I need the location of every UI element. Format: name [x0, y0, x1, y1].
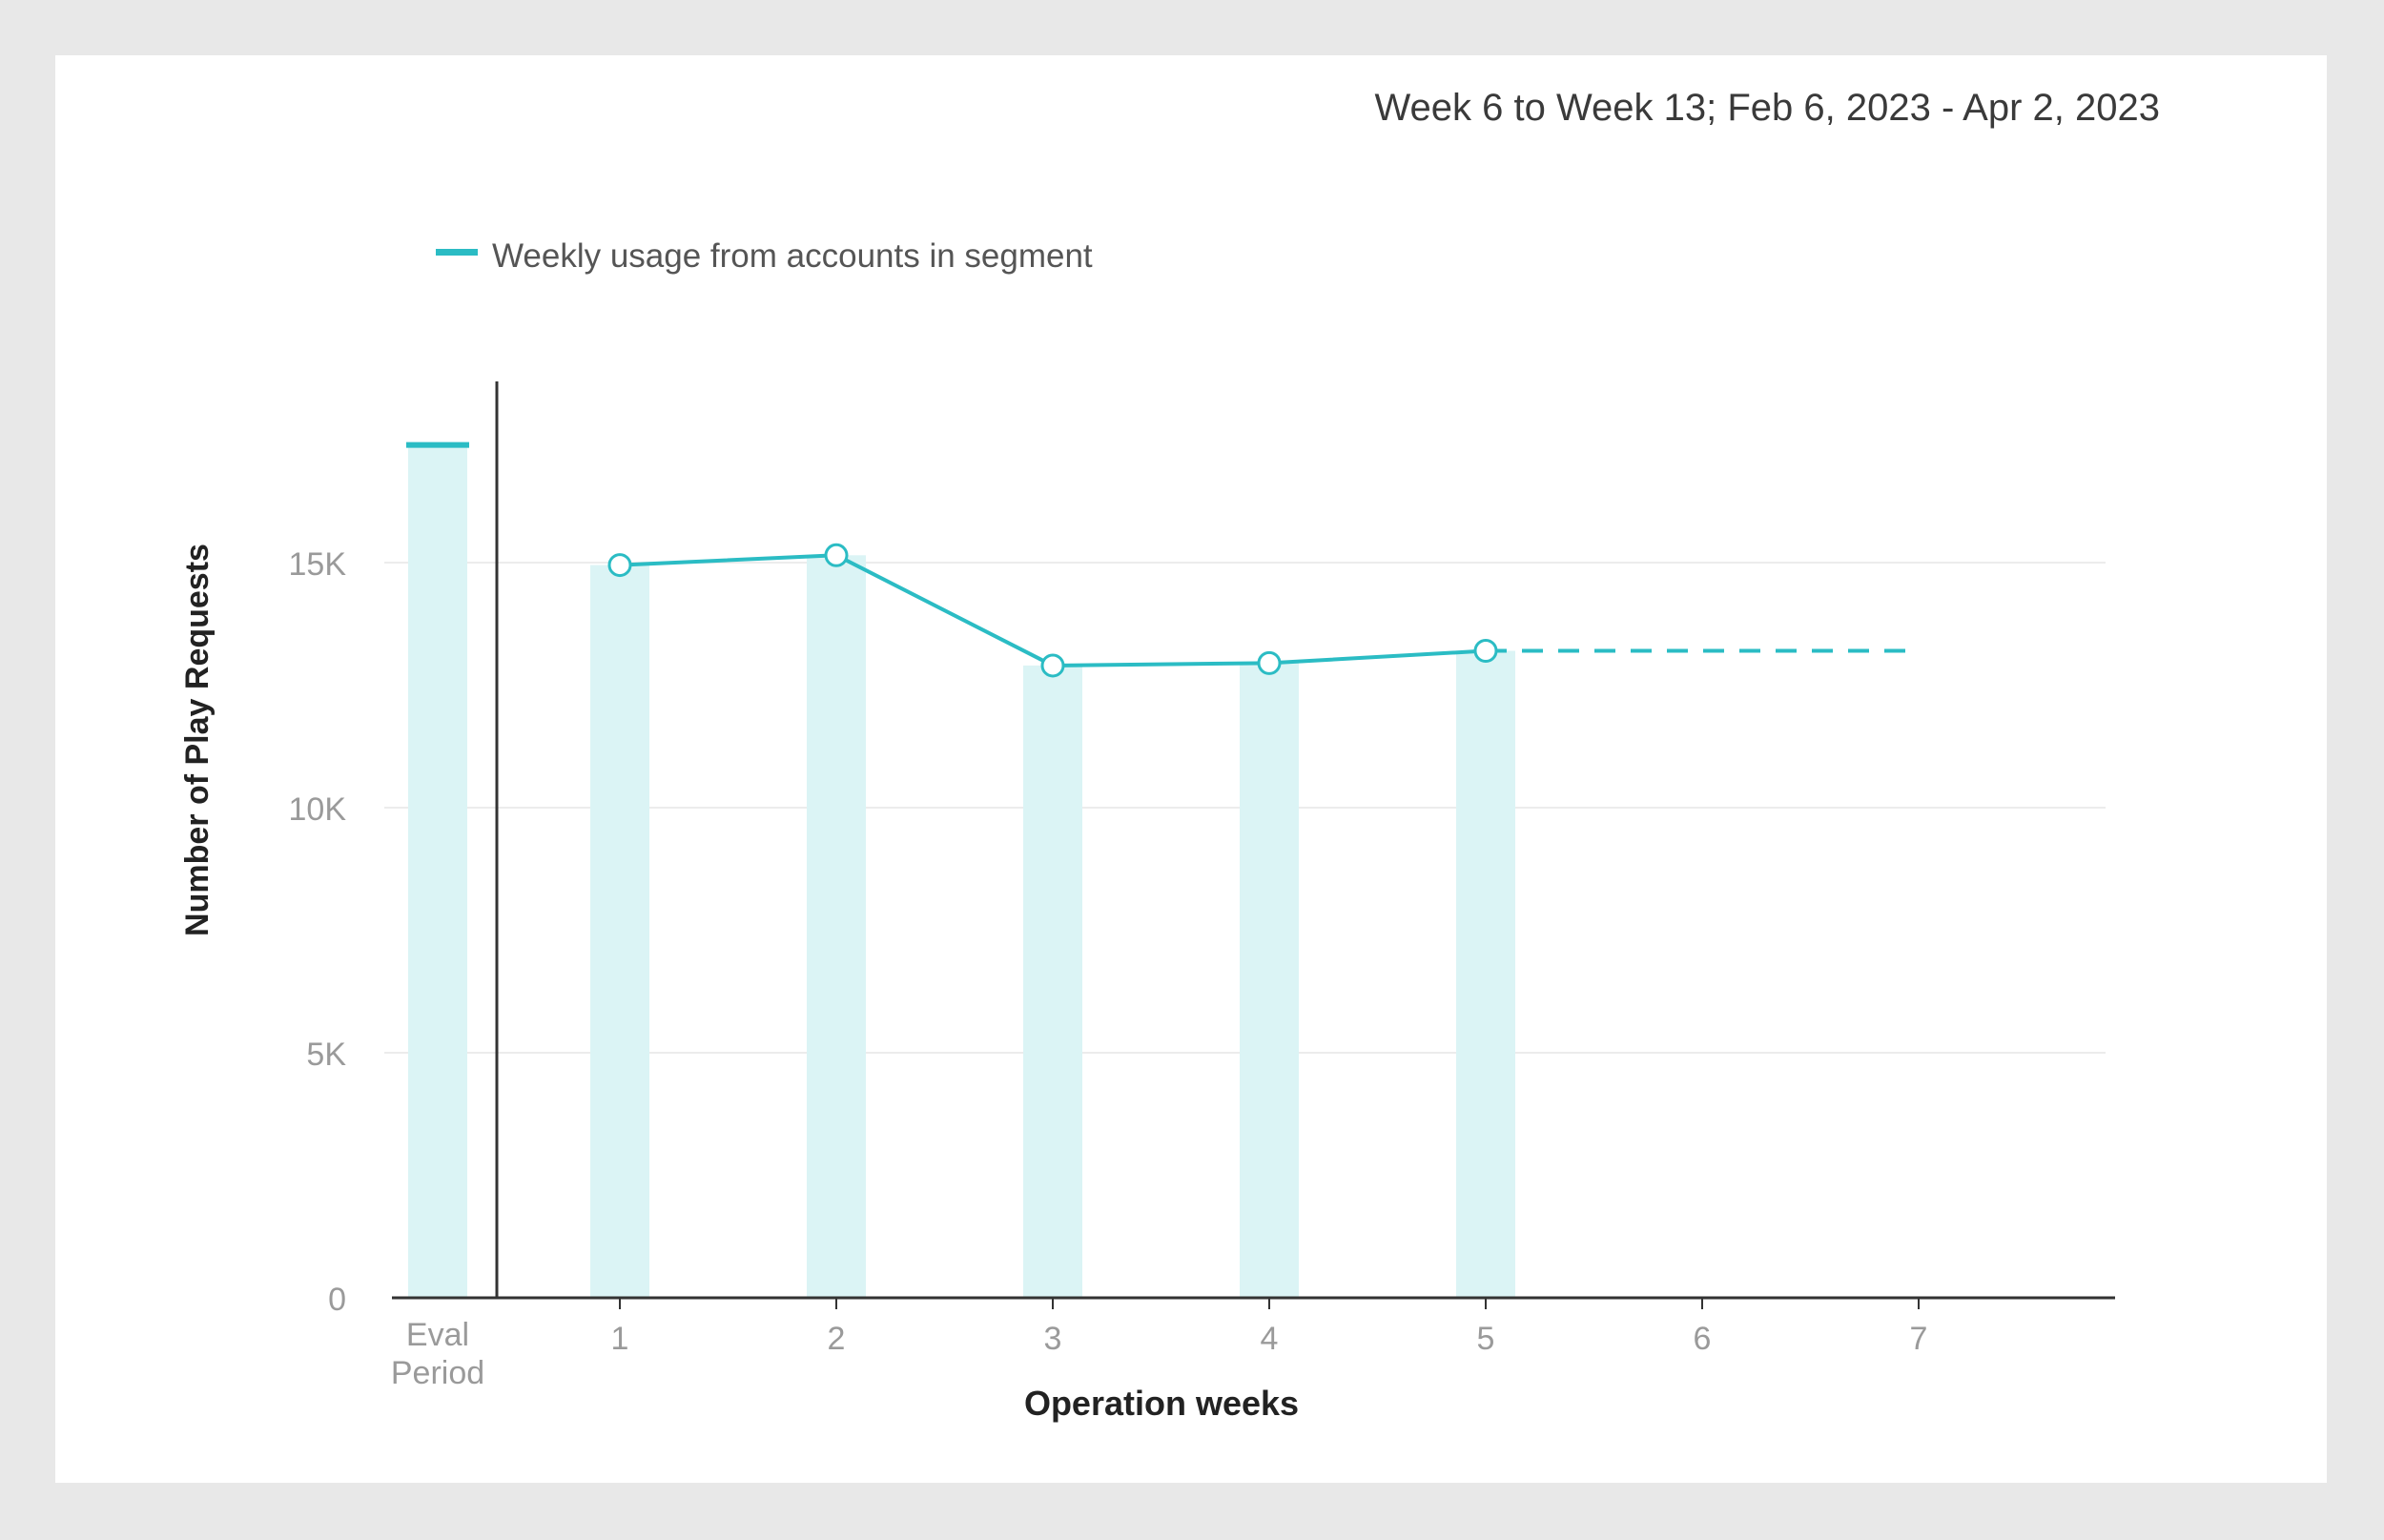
data-point — [1257, 650, 1282, 675]
legend-swatch — [436, 249, 478, 256]
data-point — [1473, 639, 1498, 664]
x-tick-label: 6 — [1694, 1321, 1712, 1357]
y-axis-title: Number of Play Requests — [179, 544, 216, 936]
x-tick-label: 5 — [1477, 1321, 1495, 1357]
chart-card: Week 6 to Week 13; Feb 6, 2023 - Apr 2, … — [55, 55, 2327, 1483]
x-tick-label: 7 — [1910, 1321, 1928, 1357]
week-bar — [1023, 665, 1082, 1298]
week-bar — [590, 565, 649, 1298]
week-bar — [1240, 663, 1299, 1298]
x-tick-label: 2 — [828, 1321, 846, 1357]
eval-period-label: Eval — [406, 1317, 469, 1353]
eval-period-label: Period — [391, 1355, 484, 1391]
eval-period-marker — [406, 441, 469, 448]
y-tick-label: 0 — [328, 1282, 346, 1318]
data-point — [1040, 653, 1065, 678]
usage-line — [619, 553, 1487, 667]
data-point — [824, 543, 849, 567]
legend-label: Weekly usage from accounts in segment — [492, 237, 1093, 275]
y-tick-label: 5K — [306, 1037, 346, 1073]
usage-chart: Week 6 to Week 13; Feb 6, 2023 - Apr 2, … — [179, 87, 2160, 1423]
week-bar — [807, 555, 866, 1298]
x-axis-title: Operation weeks — [1024, 1384, 1299, 1423]
data-point — [607, 553, 632, 578]
bars — [406, 441, 1515, 1298]
x-tick-label: 1 — [611, 1321, 629, 1357]
eval-period-bar — [408, 444, 467, 1298]
date-range-label: Week 6 to Week 13; Feb 6, 2023 - Apr 2, … — [1375, 87, 2160, 129]
y-tick-label: 10K — [289, 791, 347, 828]
y-tick-label: 15K — [289, 546, 347, 583]
tick-labels: 0 5K 10K 15K 1 2 3 4 5 6 7 EvalPeriod — [289, 546, 1928, 1391]
legend: Weekly usage from accounts in segment — [436, 237, 1093, 275]
x-tick-label: 3 — [1044, 1321, 1062, 1357]
x-tick-label: 4 — [1261, 1321, 1279, 1357]
week-bar — [1456, 650, 1515, 1298]
